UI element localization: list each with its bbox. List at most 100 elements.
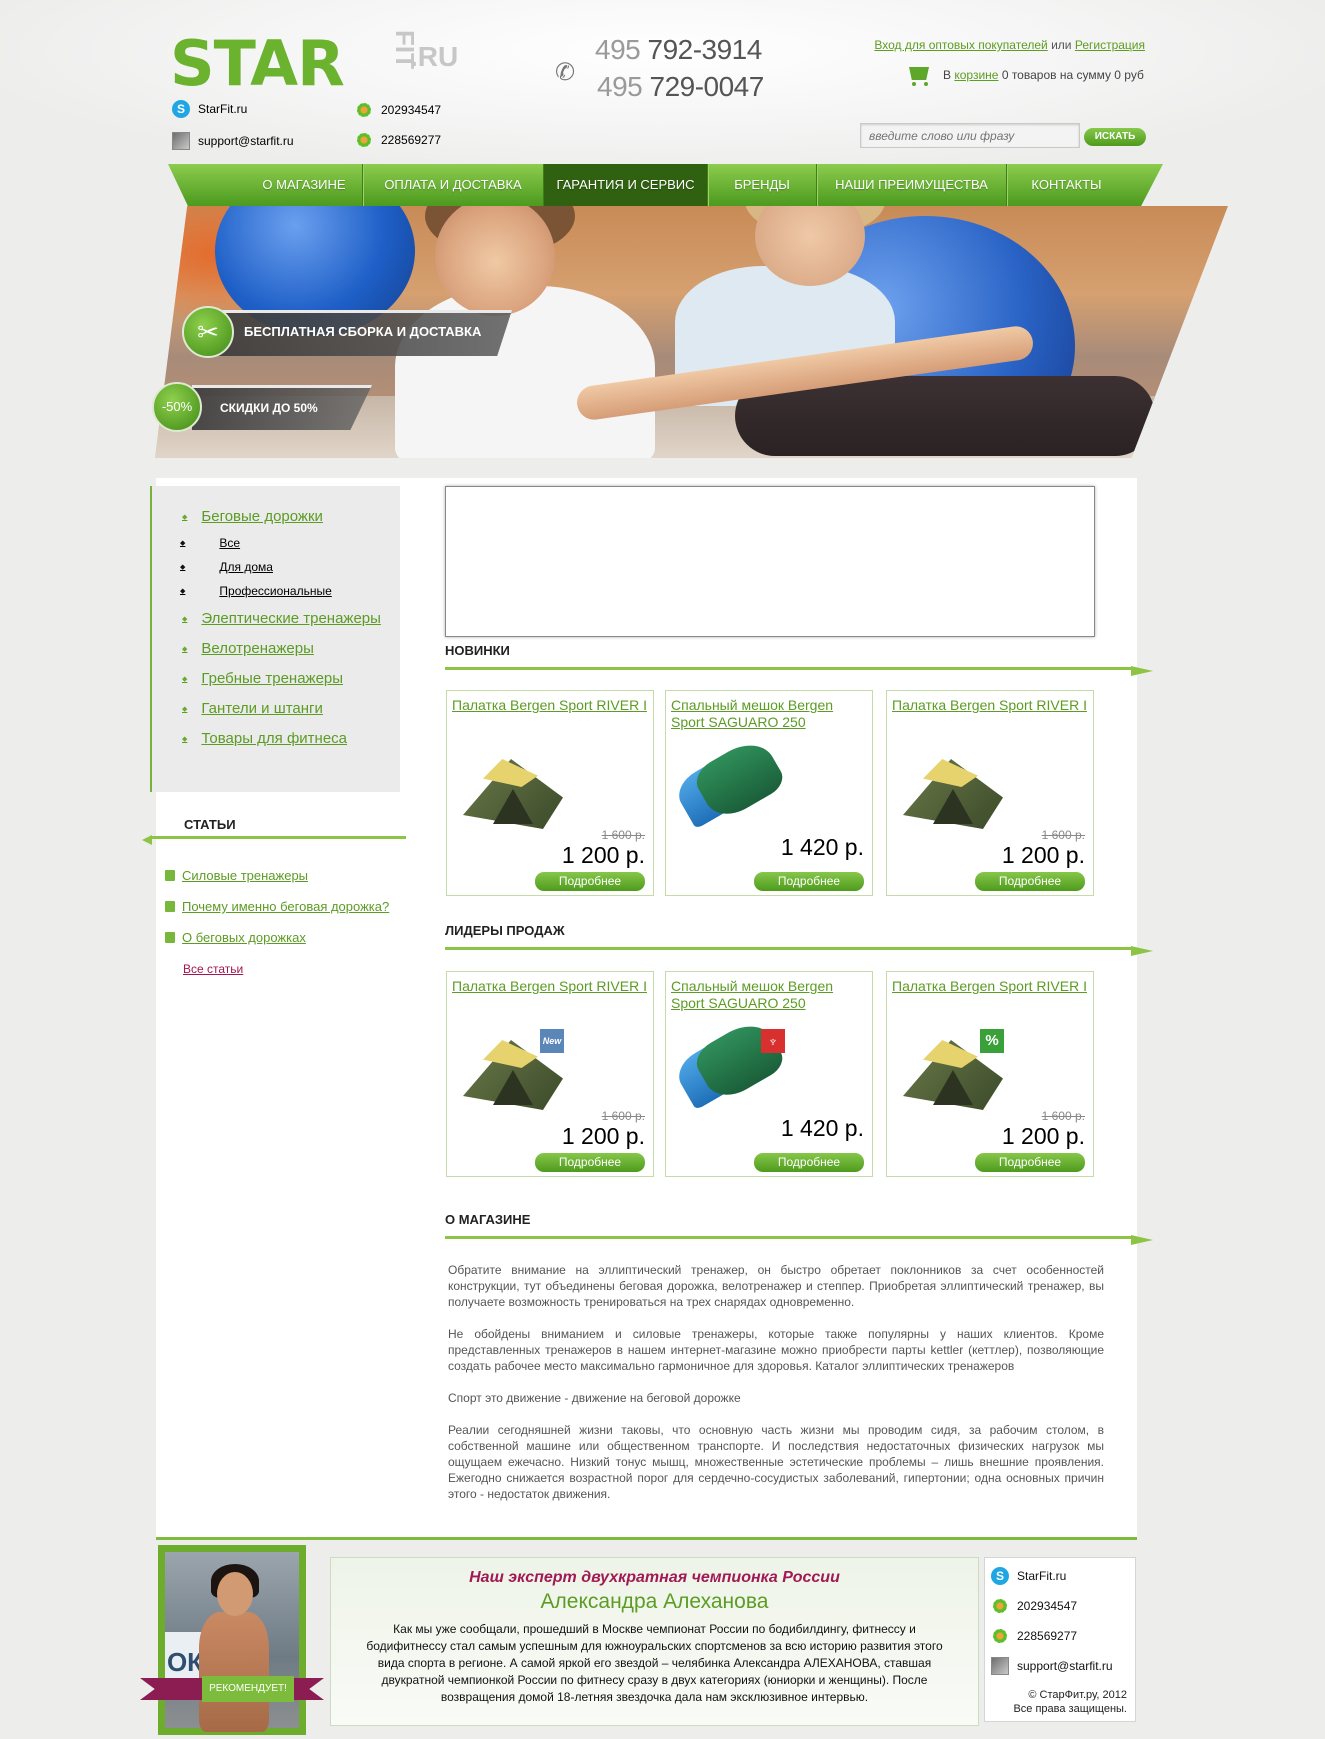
details-button[interactable]: Подробнее	[754, 1153, 864, 1172]
search-button[interactable]: ИСКАТЬ	[1084, 128, 1146, 146]
price: 1 200 р.	[561, 842, 645, 868]
expert-name[interactable]: Александра Алеханова	[331, 1589, 978, 1615]
footer-contacts: S StarFit.ru 202934547 228569277 support…	[984, 1557, 1136, 1722]
category-fitness-goods[interactable]: Товары для фитнеса	[182, 730, 347, 747]
category-exercise-bikes[interactable]: Велотренажеры	[182, 640, 313, 657]
article-link[interactable]: Силовые тренажеры	[165, 868, 308, 883]
nav-item-contacts[interactable]: КОНТАКТЫ	[1007, 164, 1126, 206]
product-name[interactable]: Палатка Bergen Sport RIVER I	[892, 978, 1088, 995]
footer-skype[interactable]: S StarFit.ru	[991, 1567, 1066, 1585]
product-card[interactable]: Палатка Bergen Sport RIVER I 1 600 р. 1 …	[446, 690, 654, 896]
footer-icq-1[interactable]: 202934547	[991, 1597, 1077, 1615]
product-card[interactable]: Спальный мешок Bergen Sport SAGUARO 250 …	[665, 690, 873, 896]
divider-tip	[1131, 666, 1153, 676]
articles-title: СТАТЬИ	[184, 817, 236, 832]
promo-label: БЕСПЛАТНАЯ СБОРКА И ДОСТАВКА	[244, 324, 482, 339]
cart-icon[interactable]	[905, 62, 933, 88]
price: 1 420 р.	[780, 1115, 864, 1141]
about-paragraph: Реалии сегодняшней жизни таковы, что осн…	[448, 1423, 1104, 1501]
nav-item-warranty[interactable]: ГАРАНТИЯ И СЕРВИС	[544, 164, 708, 206]
header-email[interactable]: support@starfit.ru	[172, 132, 294, 150]
phone-number: 729-0047	[649, 71, 765, 102]
nav-item-brands[interactable]: БРЕНДЫ	[708, 164, 817, 206]
athlete-figure	[199, 1612, 269, 1732]
skype-label: StarFit.ru	[198, 102, 248, 116]
divider-tip	[1131, 946, 1153, 956]
tent-image[interactable]	[453, 749, 571, 839]
old-price: 1 600 р.	[1041, 1109, 1085, 1123]
product-name[interactable]: Палатка Bergen Sport RIVER I	[892, 697, 1088, 714]
skype-icon: S	[172, 100, 190, 118]
expert-box: Наш эксперт двухкратная чемпионка России…	[330, 1557, 979, 1726]
article-link[interactable]: О беговых дорожках	[165, 930, 306, 945]
header-icq-1[interactable]: 202934547	[355, 101, 441, 119]
wrench-icon: ✂	[182, 306, 234, 358]
email-label: support@starfit.ru	[1017, 1659, 1113, 1673]
details-button[interactable]: Подробнее	[535, 1153, 645, 1172]
header-skype[interactable]: S StarFit.ru	[172, 100, 247, 118]
product-name[interactable]: Палатка Bergen Sport RIVER I	[452, 697, 648, 714]
logo-star-text: STAR	[170, 27, 345, 100]
wholesale-login-link[interactable]: Вход для оптовых покупателей	[874, 38, 1047, 52]
icq-icon	[991, 1597, 1009, 1615]
icq-icon	[991, 1627, 1009, 1645]
article-link[interactable]: Почему именно беговая дорожка?	[165, 899, 389, 914]
product-name[interactable]: Спальный мешок Bergen Sport SAGUARO 250	[671, 978, 867, 1012]
phone-1: 495 792-3914	[595, 34, 762, 66]
trophy-icon: ♆	[761, 1029, 785, 1053]
nav-item-about[interactable]: О МАГАЗИНЕ	[246, 164, 363, 206]
details-button[interactable]: Подробнее	[975, 872, 1085, 891]
subcategory-home[interactable]: Для дома	[180, 560, 273, 574]
search-input[interactable]	[860, 123, 1080, 148]
category-treadmills[interactable]: Беговые дорожки	[182, 508, 323, 525]
header-icq-2[interactable]: 228569277	[355, 131, 441, 149]
product-name[interactable]: Палатка Bergen Sport RIVER I	[452, 978, 648, 995]
cart-link[interactable]: корзине	[954, 68, 998, 82]
subcategory-professional[interactable]: Профессиональные	[180, 584, 331, 598]
product-name[interactable]: Спальный мешок Bergen Sport SAGUARO 250	[671, 697, 867, 731]
icq-number: 202934547	[381, 103, 442, 117]
category-elliptical[interactable]: Элептические тренажеры	[182, 610, 381, 627]
all-articles-link[interactable]: Все статьи	[183, 962, 243, 976]
details-button[interactable]: Подробнее	[975, 1153, 1085, 1172]
about-paragraph: Спорт это движение - движение на беговой…	[448, 1391, 741, 1405]
tent-image[interactable]	[893, 749, 1011, 839]
copyright: © СтарФит.ру, 2012 Все права защищены.	[1013, 1688, 1127, 1716]
product-card[interactable]: Палатка Bergen Sport RIVER I 1 600 р. 1 …	[886, 690, 1094, 896]
site-logo[interactable]: STAR .RU FIT	[170, 27, 460, 100]
athlete-figure	[217, 1572, 253, 1616]
nav-item-payment-delivery[interactable]: ОПЛАТА И ДОСТАВКА	[363, 164, 544, 206]
old-price: 1 600 р.	[1041, 828, 1085, 842]
skype-label: StarFit.ru	[1017, 1569, 1067, 1583]
section-divider	[445, 667, 1132, 670]
new-badge: New	[540, 1029, 564, 1053]
discount-badge: -50%	[152, 382, 202, 432]
promo-discounts[interactable]: -50% СКИДКИ ДО 50%	[152, 382, 372, 432]
skype-icon: S	[991, 1567, 1009, 1585]
main-nav: О МАГАЗИНЕ ОПЛАТА И ДОСТАВКА ГАРАНТИЯ И …	[246, 164, 1126, 206]
footer-icq-2[interactable]: 228569277	[991, 1627, 1077, 1645]
cart-total: 0 товаров на сумму 0 руб	[1001, 68, 1144, 82]
category-dumbbells[interactable]: Гантели и штанги	[182, 700, 323, 717]
details-button[interactable]: Подробнее	[754, 872, 864, 891]
expert-photo[interactable]: ОК	[158, 1545, 306, 1735]
category-rowing[interactable]: Гребные тренажеры	[182, 670, 343, 687]
promo-free-assembly[interactable]: ✂ БЕСПЛАТНАЯ СБОРКА И ДОСТАВКА	[182, 306, 512, 358]
details-button[interactable]: Подробнее	[535, 872, 645, 891]
product-card[interactable]: Палатка Bergen Sport RIVER I New 1 600 р…	[446, 971, 654, 1177]
about-paragraph: Не обойдены вниманием и силовые тренажер…	[448, 1327, 1104, 1373]
nav-item-advantages[interactable]: НАШИ ПРЕИМУЩЕСТВА	[817, 164, 1007, 206]
articles-divider	[150, 836, 406, 839]
copyright-line: © СтарФит.ру, 2012	[1028, 1689, 1127, 1701]
footer-email[interactable]: support@starfit.ru	[991, 1657, 1113, 1675]
product-card[interactable]: Палатка Bergen Sport RIVER I % 1 600 р. …	[886, 971, 1094, 1177]
sleeping-bag-image[interactable]	[671, 733, 789, 833]
price: 1 420 р.	[780, 834, 864, 860]
section-divider	[445, 947, 1132, 950]
phone-2: 495 729-0047	[597, 71, 764, 103]
register-link[interactable]: Регистрация	[1075, 38, 1145, 52]
product-card[interactable]: Спальный мешок Bergen Sport SAGUARO 250 …	[665, 971, 873, 1177]
subcategory-all[interactable]: Все	[180, 536, 240, 550]
category-sidebar: Беговые дорожки Все Для дома Профессиона…	[150, 486, 400, 792]
price: 1 200 р.	[1001, 1123, 1085, 1149]
